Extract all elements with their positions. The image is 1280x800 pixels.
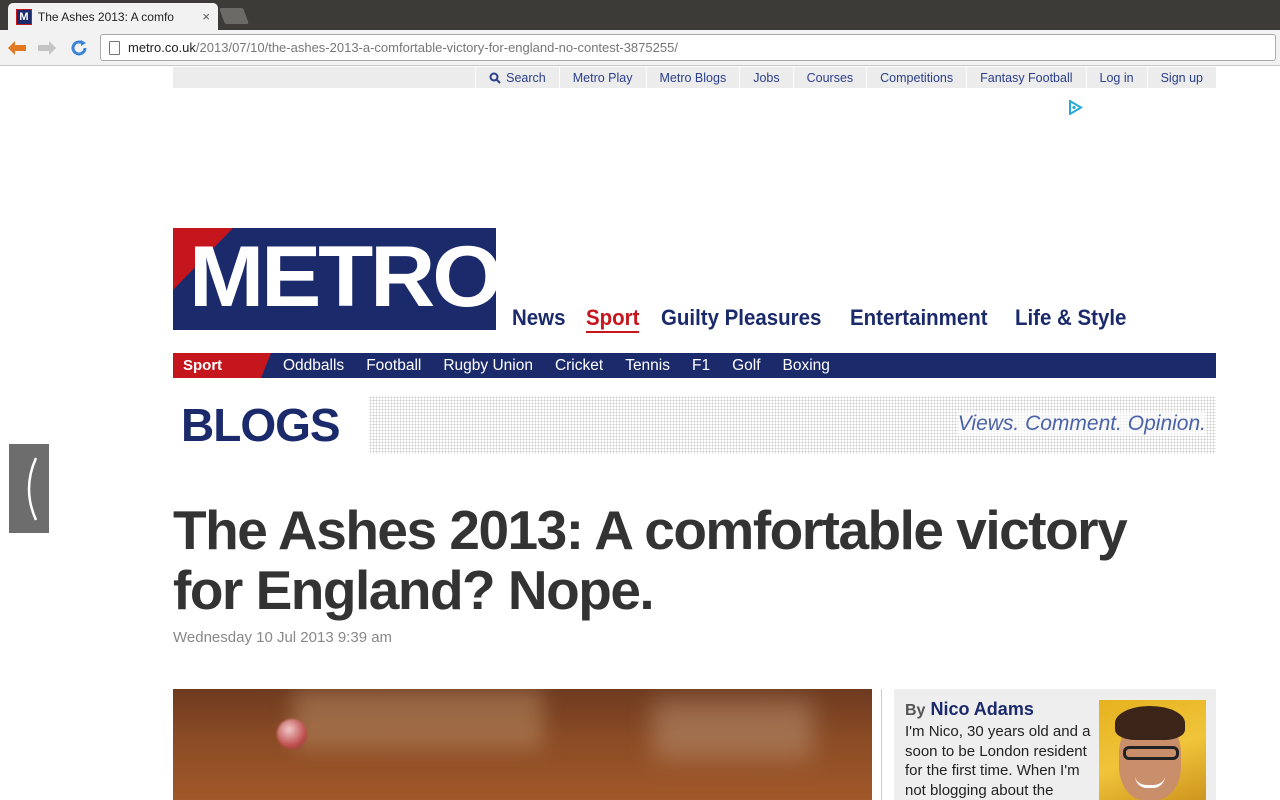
page-icon	[109, 40, 120, 55]
sport-sub-nav: Sport Oddballs Football Rugby Union Cric…	[173, 353, 1216, 378]
sub-nav-football[interactable]: Football	[366, 357, 421, 375]
utility-competitions-link[interactable]: Competitions	[866, 67, 966, 88]
article-headline: The Ashes 2013: A comfortable victory fo…	[173, 499, 1128, 621]
sub-nav-boxing[interactable]: Boxing	[783, 357, 830, 375]
browser-tab[interactable]: M The Ashes 2013: A comfo ×	[8, 3, 218, 30]
cricket-ball-image	[277, 719, 307, 749]
sub-nav-f1[interactable]: F1	[692, 357, 710, 375]
sub-nav-oddballs[interactable]: Oddballs	[283, 357, 344, 375]
chevron-left-icon	[27, 456, 38, 521]
sub-nav-golf[interactable]: Golf	[732, 357, 760, 375]
utility-search-label: Search	[506, 70, 546, 85]
utility-search-link[interactable]: Search	[475, 67, 559, 88]
new-tab-button[interactable]	[219, 8, 249, 24]
utility-signup-link[interactable]: Sign up	[1146, 67, 1216, 88]
author-byline: By Nico Adams	[905, 699, 1034, 720]
author-bio: I'm Nico, 30 years old and a soon to be …	[905, 723, 1091, 799]
main-nav-news[interactable]: News	[512, 305, 565, 333]
utility-jobs-link[interactable]: Jobs	[739, 67, 792, 88]
main-nav-sport[interactable]: Sport	[586, 305, 640, 333]
page-content: Search Metro Play Metro Blogs Jobs Cours…	[0, 67, 1280, 800]
adchoices-icon[interactable]	[1067, 99, 1084, 116]
browser-toolbar: metro.co.uk/2013/07/10/the-ashes-2013-a-…	[0, 30, 1280, 66]
previous-article-button[interactable]	[9, 444, 49, 533]
tab-title: The Ashes 2013: A comfo	[37, 9, 174, 24]
main-nav-entertainment[interactable]: Entertainment	[850, 305, 988, 333]
sub-nav-rugby-union[interactable]: Rugby Union	[443, 357, 533, 375]
sub-nav-tennis[interactable]: Tennis	[625, 357, 670, 375]
address-bar[interactable]: metro.co.uk/2013/07/10/the-ashes-2013-a-…	[100, 34, 1276, 61]
url-path: /2013/07/10/the-ashes-2013-a-comfortable…	[195, 40, 678, 55]
main-nav-guilty-pleasures[interactable]: Guilty Pleasures	[661, 305, 821, 333]
search-icon	[489, 72, 501, 84]
utility-nav: Search Metro Play Metro Blogs Jobs Cours…	[173, 67, 1216, 88]
author-box: By Nico Adams I'm Nico, 30 years old and…	[894, 689, 1216, 800]
blogs-dot-pattern: Views. Comment. Opinion.	[369, 396, 1216, 454]
utility-metro-play-link[interactable]: Metro Play	[558, 67, 646, 88]
article-date: Wednesday 10 Jul 2013 9:39 am	[173, 629, 393, 646]
sub-nav-cricket[interactable]: Cricket	[555, 357, 603, 375]
article-hero-image	[173, 689, 872, 800]
utility-fantasy-football-link[interactable]: Fantasy Football	[966, 67, 1085, 88]
sub-nav-section-sport[interactable]: Sport	[173, 353, 271, 378]
logo-text: METRO	[189, 229, 496, 325]
utility-courses-link[interactable]: Courses	[792, 67, 867, 88]
utility-metro-blogs-link[interactable]: Metro Blogs	[645, 67, 740, 88]
utility-login-link[interactable]: Log in	[1085, 67, 1147, 88]
blogs-tagline: Views. Comment. Opinion.	[957, 412, 1206, 436]
back-arrow-icon[interactable]	[6, 37, 28, 59]
main-nav: News Sport Guilty Pleasures Entertainmen…	[512, 305, 1152, 333]
blogs-title[interactable]: BLOGS	[181, 396, 341, 454]
reload-icon[interactable]	[68, 37, 90, 59]
forward-arrow-icon[interactable]	[36, 37, 58, 59]
close-tab-icon[interactable]: ×	[202, 9, 210, 24]
browser-tab-bar: M The Ashes 2013: A comfo ×	[0, 0, 1280, 30]
author-name-link[interactable]: Nico Adams	[930, 699, 1033, 719]
byline-prefix: By	[905, 702, 926, 719]
metro-logo[interactable]: METRO	[173, 228, 496, 330]
metro-favicon-icon: M	[16, 8, 32, 25]
author-avatar[interactable]	[1099, 700, 1206, 800]
blogs-banner: BLOGS Views. Comment. Opinion.	[173, 396, 1216, 454]
main-nav-life-style[interactable]: Life & Style	[1015, 305, 1126, 333]
url-host: metro.co.uk	[128, 40, 196, 55]
column-divider	[881, 689, 882, 800]
